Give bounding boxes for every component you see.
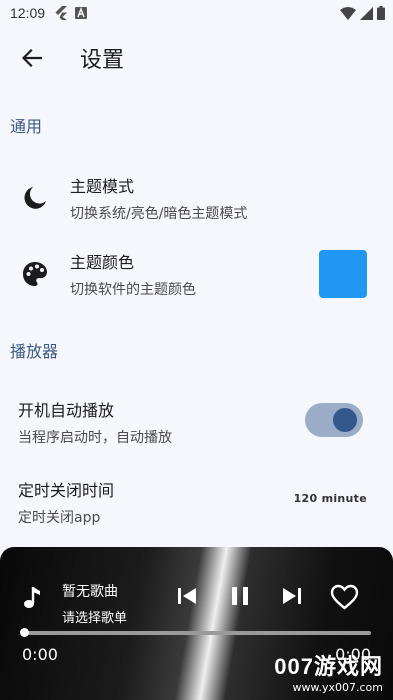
arrow-left-icon	[22, 49, 42, 67]
setting-subtitle: 定时关闭app	[18, 510, 101, 526]
setting-title: 开机自动播放	[18, 401, 115, 420]
skip-next-icon[interactable]	[281, 585, 303, 607]
setting-subtitle: 切换软件的主题颜色	[70, 282, 196, 298]
music-note-icon	[24, 587, 40, 608]
setting-title: 定时关闭时间	[18, 481, 115, 500]
status-bar: 12:09	[0, 0, 393, 26]
progress-thumb[interactable]	[20, 628, 29, 637]
status-time: 12:09	[10, 5, 46, 21]
skip-previous-icon[interactable]	[176, 585, 198, 607]
flutter-icon	[55, 6, 68, 20]
wifi-icon	[340, 6, 356, 20]
heart-outline-icon[interactable]	[330, 584, 359, 610]
autoplay-switch[interactable]	[305, 403, 363, 437]
watermark-main: 007游戏网	[274, 654, 383, 679]
song-info[interactable]: 暂无歌曲 请选择歌单	[62, 581, 127, 626]
setting-title: 主题模式	[70, 177, 135, 196]
setting-subtitle: 当程序启动时，自动播放	[18, 430, 172, 446]
app-bar: 设置	[0, 30, 393, 86]
song-subtitle: 请选择歌单	[62, 611, 128, 626]
section-header-player: 播放器	[10, 342, 59, 361]
setting-subtitle: 切换系统/亮色/暗色主题模式	[70, 206, 248, 222]
signal-icon	[360, 6, 373, 20]
progress-track[interactable]	[24, 631, 371, 635]
back-button[interactable]	[8, 34, 56, 82]
setting-title: 主题颜色	[70, 253, 135, 272]
page-title: 设置	[80, 48, 125, 73]
moon-icon	[24, 187, 46, 209]
palette-icon	[23, 262, 47, 286]
watermark-url: www.yx007.com	[292, 681, 383, 694]
current-time: 0:00	[22, 645, 58, 664]
sleep-timer-value: 120 minute	[293, 492, 367, 505]
setting-theme-color[interactable]: 主题颜色 切换软件的主题颜色	[0, 250, 393, 298]
watermark: 007游戏网 www.yx007.com	[274, 649, 383, 694]
pause-icon[interactable]	[229, 585, 251, 607]
a-icon	[75, 7, 88, 19]
setting-theme-mode[interactable]: 主题模式 切换系统/亮色/暗色主题模式	[0, 174, 393, 222]
setting-sleep-timer[interactable]: 定时关闭时间 定时关闭app 120 minute	[0, 478, 393, 526]
battery-icon	[377, 6, 385, 20]
setting-autoplay[interactable]: 开机自动播放 当程序启动时，自动播放	[0, 398, 393, 446]
mini-player: 暂无歌曲 请选择歌单 0:00 0:00 007游戏网 www.yx007.co…	[0, 547, 393, 700]
theme-color-swatch[interactable]	[319, 250, 367, 298]
switch-thumb	[333, 408, 357, 432]
section-header-general: 通用	[10, 117, 43, 136]
song-title: 暂无歌曲	[62, 584, 118, 600]
